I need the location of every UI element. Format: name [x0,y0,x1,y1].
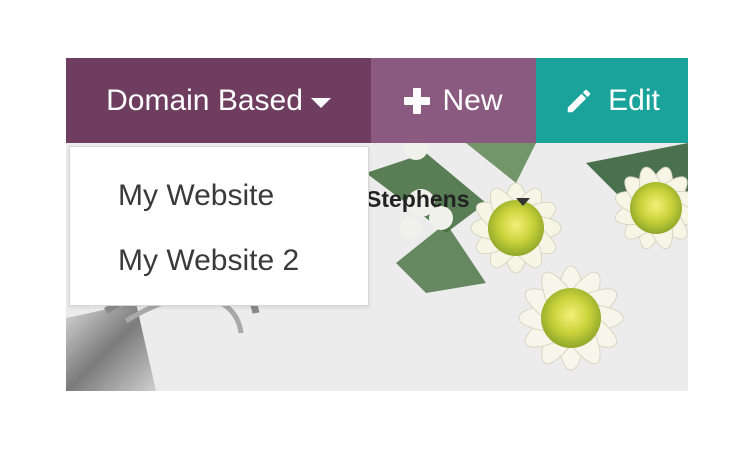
plus-icon [404,87,431,114]
edit-button[interactable]: Edit [536,58,688,143]
user-menu-caret-icon[interactable] [516,198,530,206]
website-editor-frame: Domain Based New Edit Stephens My Websit… [66,58,688,391]
new-button[interactable]: New [371,58,536,143]
editor-toolbar: Domain Based New Edit [66,58,688,143]
pencil-icon [567,89,591,112]
user-menu-label[interactable]: Stephens [366,186,470,213]
edit-button-label: Edit [608,83,660,117]
dropdown-item-my-website-2[interactable]: My Website 2 [118,244,299,278]
new-button-label: New [442,83,503,117]
website-switcher-label: Domain Based [106,83,303,117]
dropdown-item-my-website[interactable]: My Website [118,179,274,213]
website-switcher-button[interactable]: Domain Based [66,58,371,143]
chevron-down-icon [310,97,331,108]
website-switcher-dropdown: My Website My Website 2 [69,146,369,306]
